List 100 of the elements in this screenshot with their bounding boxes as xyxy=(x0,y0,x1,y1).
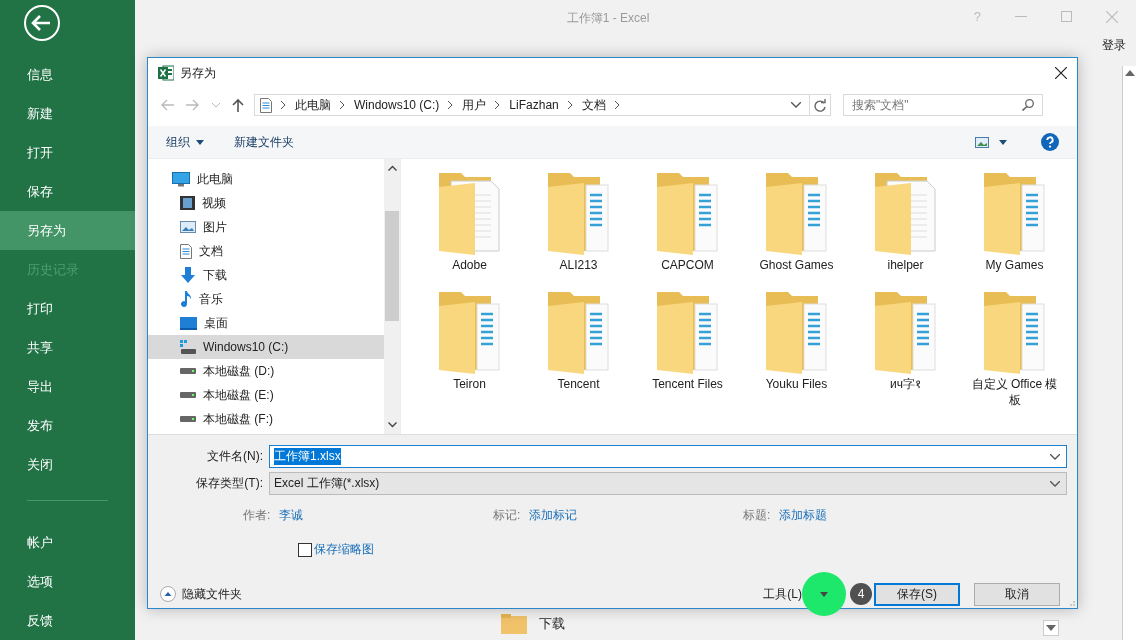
folder-name: CAPCOM xyxy=(661,257,714,273)
metadata-value[interactable]: 李诚 xyxy=(279,506,304,524)
down-arrow-icon xyxy=(180,267,196,283)
metadata-label: 作者: xyxy=(243,506,271,524)
view-options-icon[interactable] xyxy=(975,136,989,148)
search-field[interactable]: 搜索"文档" xyxy=(843,94,1043,116)
close-icon[interactable] xyxy=(1055,67,1067,79)
back-icon[interactable] xyxy=(23,3,61,42)
folder-item[interactable]: Adobe xyxy=(415,173,524,292)
folder-icon xyxy=(436,173,503,255)
folder-icon xyxy=(763,173,830,255)
nav-item[interactable]: 音乐 xyxy=(148,287,384,311)
checkbox[interactable] xyxy=(298,542,312,557)
breadcrumb-item[interactable]: 用户 xyxy=(462,96,487,114)
breadcrumb-item[interactable]: LiFazhan xyxy=(509,98,559,112)
nav-item[interactable]: Windows10 (C:) xyxy=(148,335,384,359)
breadcrumb-item[interactable]: 此电脑 xyxy=(295,96,331,114)
chevron-down-icon[interactable] xyxy=(1050,453,1060,460)
computer-icon xyxy=(172,171,190,187)
sidebar-item[interactable]: 另存为 xyxy=(0,211,135,251)
sidebar-item[interactable]: 共享 xyxy=(0,328,135,368)
breadcrumb-item[interactable]: Windows10 (C:) xyxy=(354,98,440,112)
file-name-field[interactable]: 工作簿1.xlsx xyxy=(269,445,1067,468)
folder-item[interactable]: Youku Files xyxy=(742,292,851,411)
film-icon xyxy=(180,196,195,210)
folder-item[interactable]: ALI213 xyxy=(524,173,633,292)
sidebar-item[interactable]: 新建 xyxy=(0,94,135,134)
folder-item[interactable]: Teiron xyxy=(415,292,524,411)
nav-item[interactable]: 本地磁盘 (D:) xyxy=(148,359,384,383)
sidebar-item[interactable]: 选项 xyxy=(0,562,135,601)
document-icon xyxy=(180,243,192,259)
folder-item[interactable]: 自定义 Office 模板 xyxy=(960,292,1069,411)
caret-icon[interactable] xyxy=(820,591,828,597)
file-list-item[interactable]: 下载 xyxy=(501,614,565,634)
nav-item[interactable]: 桌面 xyxy=(148,311,384,335)
nav-item[interactable]: 下载 xyxy=(148,263,384,287)
folder-name: Tencent Files xyxy=(652,376,723,392)
drive-icon xyxy=(180,416,196,422)
scrollbar[interactable] xyxy=(384,159,400,434)
click-indicator xyxy=(802,572,846,616)
folder-item[interactable]: ич字१ xyxy=(851,292,960,411)
folder-name: ич字१ xyxy=(890,376,921,392)
folder-item[interactable]: ihelper xyxy=(851,173,960,292)
nav-item[interactable]: 本地磁盘 (F:) xyxy=(148,407,384,431)
refresh-button[interactable] xyxy=(809,94,831,116)
folder-item[interactable]: Ghost Games xyxy=(742,173,851,292)
folder-name: Adobe xyxy=(452,257,487,273)
drive-icon xyxy=(180,340,196,354)
help-icon[interactable] xyxy=(1041,133,1059,151)
cancel-button[interactable]: 取消 xyxy=(974,582,1060,606)
sidebar-item[interactable]: 发布 xyxy=(0,406,135,446)
chevron-down-icon[interactable] xyxy=(791,102,801,108)
new-folder-button[interactable]: 新建文件夹 xyxy=(234,133,294,151)
sidebar-item[interactable]: 打印 xyxy=(0,289,135,329)
save-button[interactable]: 保存(S) xyxy=(874,582,960,606)
checkbox-label[interactable]: 保存缩略图 xyxy=(314,541,374,558)
caret-icon[interactable] xyxy=(999,139,1007,145)
address-bar[interactable]: 此电脑 Windows10 (C:) 用户 LiFazhan 文档 xyxy=(254,94,810,116)
folder-icon xyxy=(763,292,830,374)
metadata-value[interactable]: 添加标记 xyxy=(529,506,578,524)
chevron-down-icon[interactable] xyxy=(387,422,397,428)
nav-item[interactable]: 视频 xyxy=(148,191,384,215)
scrollbar[interactable] xyxy=(1122,66,1136,640)
chevron-right-icon xyxy=(567,101,573,109)
folder-icon xyxy=(654,292,721,374)
up-arrow-icon[interactable] xyxy=(232,98,244,112)
scroll-thumb[interactable] xyxy=(385,211,399,321)
sidebar-item[interactable]: 信息 xyxy=(0,55,135,95)
chevron-right-icon xyxy=(448,101,454,109)
scroll-up-icon[interactable] xyxy=(1124,70,1135,76)
resize-grip-icon[interactable] xyxy=(1067,598,1075,606)
folder-item[interactable]: My Games xyxy=(960,173,1069,292)
folder-item[interactable]: CAPCOM xyxy=(633,173,742,292)
sidebar-item[interactable]: 保存 xyxy=(0,172,135,212)
sidebar-item[interactable]: 反馈 xyxy=(0,601,135,640)
chevron-right-icon xyxy=(340,101,345,109)
file-type-dropdown[interactable]: Excel 工作簿(*.xlsx) xyxy=(269,472,1067,495)
sign-in-link[interactable]: 登录 xyxy=(1102,37,1126,54)
sidebar-item[interactable]: 导出 xyxy=(0,367,135,407)
chevron-up-icon[interactable] xyxy=(387,165,397,171)
scrollbar[interactable] xyxy=(1043,620,1059,636)
metadata-value[interactable]: 添加标题 xyxy=(779,506,828,524)
organize-menu[interactable]: 组织 xyxy=(166,133,204,151)
hide-folders-toggle[interactable]: 隐藏文件夹 xyxy=(160,585,242,603)
sidebar-item[interactable]: 打开 xyxy=(0,133,135,173)
nav-item[interactable]: 此电脑 xyxy=(148,167,384,191)
folder-item[interactable]: Tencent xyxy=(524,292,633,411)
sidebar-item[interactable]: 帐户 xyxy=(0,523,135,562)
folder-item[interactable]: Tencent Files xyxy=(633,292,742,411)
nav-item[interactable]: 图片 xyxy=(148,215,384,239)
folder-name: Youku Files xyxy=(765,376,828,392)
folder-icon xyxy=(981,173,1048,255)
tools-menu[interactable]: 工具(L) xyxy=(763,585,802,603)
nav-item[interactable]: 本地磁盘 (E:) xyxy=(148,383,384,407)
folder-icon xyxy=(545,173,612,255)
nav-item[interactable]: 文档 xyxy=(148,239,384,263)
breadcrumb-item[interactable]: 文档 xyxy=(581,96,606,114)
sidebar-item[interactable]: 关闭 xyxy=(0,445,135,485)
folder-icon xyxy=(872,173,939,255)
scroll-down-icon[interactable] xyxy=(1046,625,1056,631)
